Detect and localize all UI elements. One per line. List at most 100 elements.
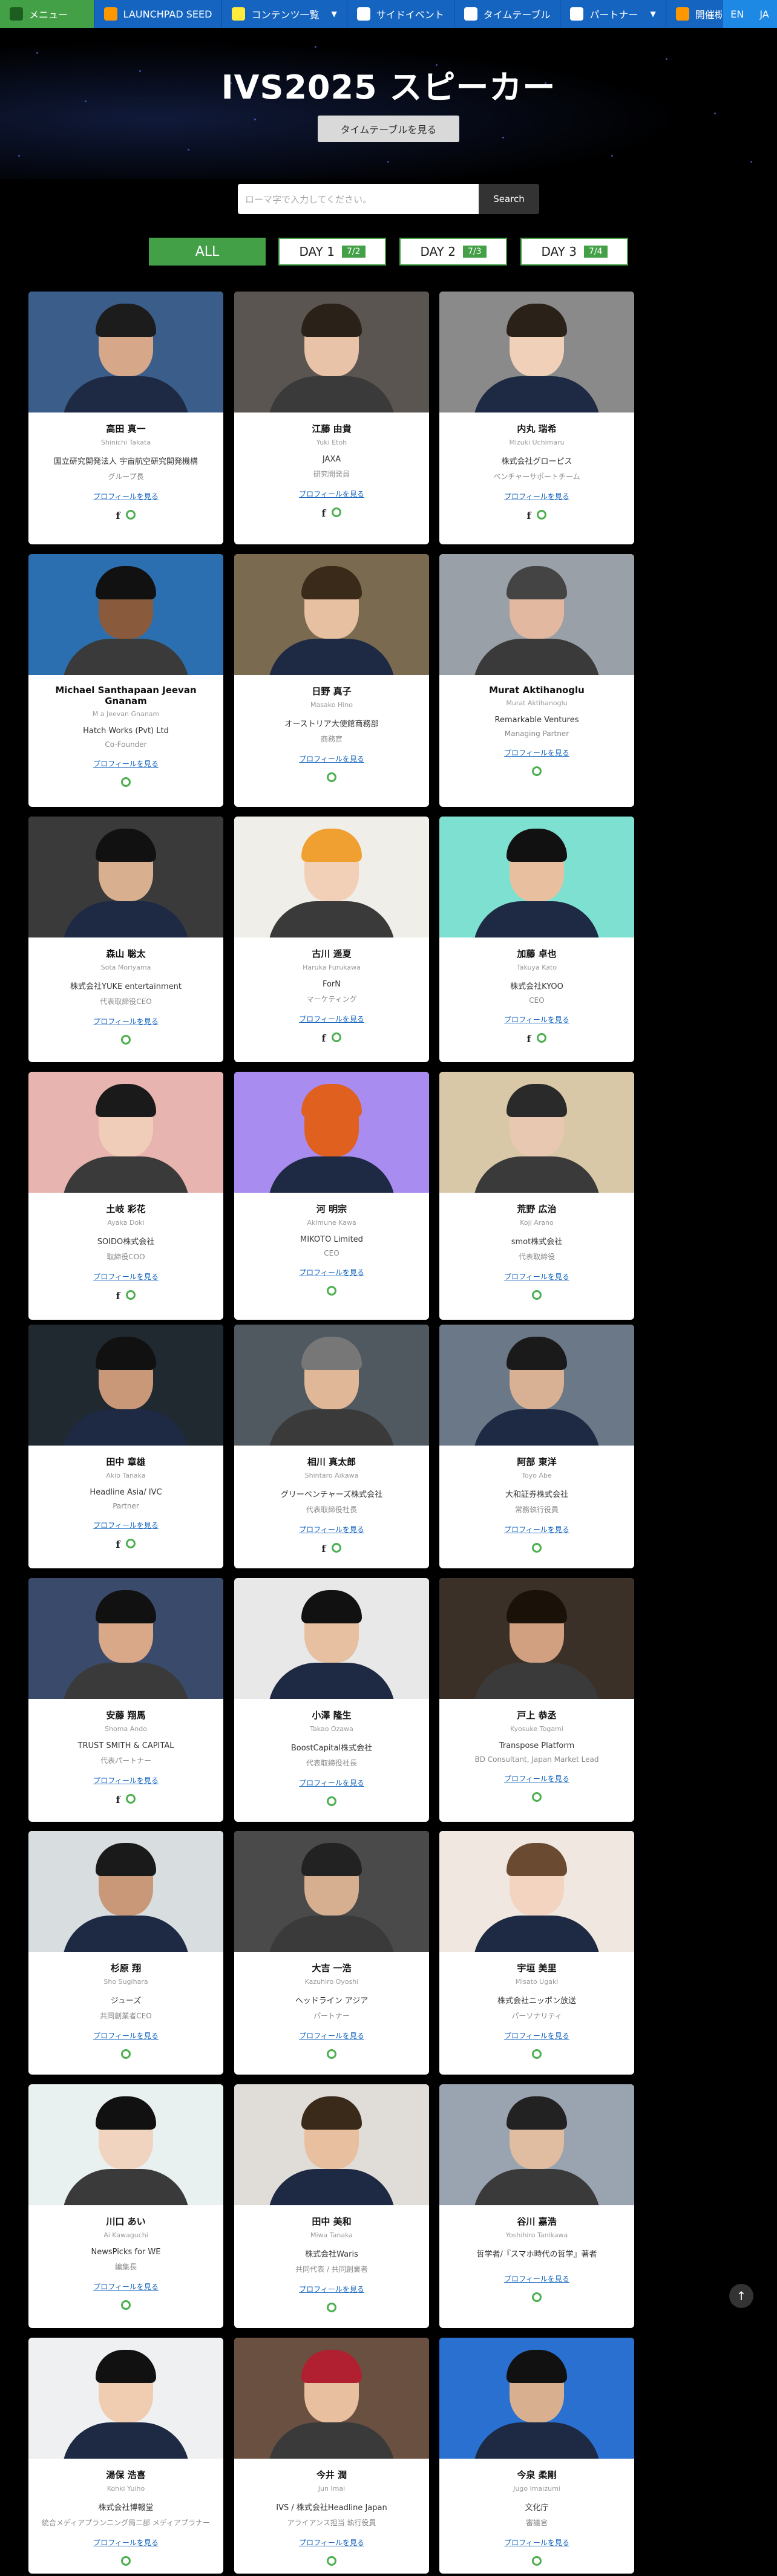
speaker-card[interactable]: 田中 美和 Miwa Tanaka 株式会社Waris 共同代表 / 共同創業者 プロフ… [234, 2084, 429, 2328]
speaker-card[interactable]: 高田 真一 Shinichi Takata 国立研究開発法人 宇宙航空研究開発機構グ… [28, 292, 223, 544]
nav-menu-button[interactable]: メニュー [0, 0, 94, 28]
search-input[interactable]: ローマ字で入力してください。 [238, 184, 479, 214]
nav-side-events[interactable]: サイドイベント [347, 0, 454, 28]
view-profile-link[interactable]: プロフィールを見る [299, 1267, 364, 1277]
speaker-link-icon[interactable] [532, 1792, 542, 1802]
speaker-card[interactable]: 阿部 東洋 Toyo Abe 大和証券株式会社 常務執行役員 プロフィールを見る [439, 1325, 634, 1568]
facebook-icon[interactable]: f [322, 1032, 326, 1044]
speaker-link-icon[interactable] [126, 510, 136, 520]
speaker-card[interactable]: 古川 遥夏 Haruka Furukawa ForN マーケティング プロフィールを見る… [234, 817, 429, 1062]
speaker-card[interactable]: 大吉 一浩 Kazuhiro Oyoshi ヘッドライン アジア パートナー プロフィー… [234, 1831, 429, 2075]
nav-timetable[interactable]: タイムテーブル [454, 0, 561, 28]
speaker-card[interactable]: 杉原 翔 Sho Sugihara ジューズ 共同創業者CEO プロフィールを見る [28, 1831, 223, 2075]
speaker-link-icon[interactable] [121, 2049, 131, 2059]
facebook-icon[interactable]: f [116, 1794, 120, 1805]
speaker-link-icon[interactable] [327, 1796, 336, 1806]
view-profile-link[interactable]: プロフィールを見る [504, 491, 569, 501]
speaker-card[interactable]: 加藤 卓也 Takuya Kato 株式会社KYOO CEO プロフィールを見る f [439, 817, 634, 1062]
timetable-button[interactable]: タイムテーブルを見る [318, 116, 459, 142]
speaker-card[interactable]: 日野 真子 Masako Hino オーストリア大使館商務部 商務官 プロフィールを見る [234, 554, 429, 807]
speaker-link-icon[interactable] [537, 1033, 547, 1043]
speaker-card[interactable]: 相川 真太郎 Shintaro Aikawa グリーベンチャーズ株式会社 代表取締役社… [234, 1325, 429, 1568]
view-profile-link[interactable]: プロフィールを見る [93, 491, 159, 501]
speaker-card[interactable]: 江藤 由貴 Yuki Etoh JAXA 研究開発員 プロフィールを見る f [234, 292, 429, 544]
view-profile-link[interactable]: プロフィールを見る [299, 489, 364, 499]
speaker-card[interactable]: 森山 聡太 Sota Moriyama 株式会社YUKE entertainment… [28, 817, 223, 1062]
speaker-link-icon[interactable] [532, 1290, 542, 1300]
speaker-card[interactable]: Michael Santhapaan Jeevan Gnanam M a Jeev… [28, 554, 223, 807]
speaker-card[interactable]: 戸上 恭丞 Kyosuke Togami Transpose Platform BD … [439, 1578, 634, 1822]
filter-day2[interactable]: DAY 2 7/3 [399, 238, 507, 266]
view-profile-link[interactable]: プロフィールを見る [93, 758, 159, 769]
speaker-link-icon[interactable] [121, 2556, 131, 2566]
view-profile-link[interactable]: プロフィールを見る [93, 1775, 159, 1785]
speaker-card[interactable]: 田中 章雄 Akio Tanaka Headline Asia/ IVC Partne… [28, 1325, 223, 1568]
nav-overview[interactable]: 開催概要 [666, 0, 723, 28]
facebook-icon[interactable]: f [527, 1033, 531, 1045]
facebook-icon[interactable]: f [527, 510, 531, 521]
speaker-link-icon[interactable] [327, 1286, 336, 1296]
speaker-link-icon[interactable] [332, 1032, 342, 1042]
speaker-link-icon[interactable] [327, 772, 336, 782]
view-profile-link[interactable]: プロフィールを見る [93, 2281, 159, 2292]
speaker-card[interactable]: 小澤 隆生 Takao Ozawa BoostCapital株式会社 代表取締役社長プ… [234, 1578, 429, 1822]
speaker-card[interactable]: 谷川 嘉浩 Yoshihiro Tanikawa 哲学者/『スマホ時代の哲学』著者プ… [439, 2084, 634, 2328]
speaker-link-icon[interactable] [121, 2300, 131, 2310]
speaker-link-icon[interactable] [327, 2556, 336, 2566]
view-profile-link[interactable]: プロフィールを見る [504, 2030, 569, 2041]
nav-contents[interactable]: コンテンツ一覧 ▼ [222, 0, 347, 28]
speaker-card[interactable]: 荒野 広治 Koji Arano smot株式会社 代表取締役 プロフィールを見る [439, 1072, 634, 1320]
facebook-icon[interactable]: f [116, 1539, 120, 1550]
lang-en[interactable]: EN [730, 8, 744, 20]
speaker-link-icon[interactable] [537, 510, 547, 520]
view-profile-link[interactable]: プロフィールを見る [504, 1773, 569, 1784]
view-profile-link[interactable]: プロフィールを見る [299, 2284, 364, 2294]
speaker-card[interactable]: 土岐 彩花 Ayaka Doki SOIDO株式会社 取締役COO プロフィールを見る f [28, 1072, 223, 1320]
view-profile-link[interactable]: プロフィールを見る [93, 1016, 159, 1026]
nav-launchpad-seed[interactable]: LAUNCHPAD SEED [94, 0, 223, 28]
search-button[interactable]: Search [479, 184, 539, 214]
view-profile-link[interactable]: プロフィールを見る [504, 1271, 569, 1282]
speaker-card[interactable]: 安藤 翔馬 Shoma Ando TRUST SMITH & CAPITAL 代表パー… [28, 1578, 223, 1822]
speaker-link-icon[interactable] [126, 1794, 136, 1804]
view-profile-link[interactable]: プロフィールを見る [504, 1014, 569, 1025]
speaker-link-icon[interactable] [121, 777, 131, 787]
speaker-link-icon[interactable] [332, 1543, 342, 1553]
speaker-card[interactable]: 宇垣 美里 Misato Ugaki 株式会社ニッポン放送 パーソナリティ プロフィール… [439, 1831, 634, 2075]
scroll-to-top-button[interactable]: ↑ [729, 2284, 753, 2308]
speaker-link-icon[interactable] [332, 507, 342, 517]
view-profile-link[interactable]: プロフィールを見る [299, 1524, 364, 1534]
filter-day1[interactable]: DAY 1 7/2 [278, 238, 386, 266]
speaker-card[interactable]: Murat Aktihanoglu Murat Aktihanoglu Remark… [439, 554, 634, 807]
view-profile-link[interactable]: プロフィールを見る [299, 2030, 364, 2041]
view-profile-link[interactable]: プロフィールを見る [299, 1778, 364, 1788]
speaker-card[interactable]: 川口 あい Ai Kawaguchi NewsPicks for WE 編集長 プロフィ… [28, 2084, 223, 2328]
nav-partners[interactable]: パートナー ▼ [560, 0, 666, 28]
facebook-icon[interactable]: f [116, 510, 120, 521]
speaker-link-icon[interactable] [121, 1035, 131, 1045]
view-profile-link[interactable]: プロフィールを見る [299, 1014, 364, 1024]
speaker-link-icon[interactable] [126, 1539, 136, 1548]
view-profile-link[interactable]: プロフィールを見る [504, 2537, 569, 2548]
view-profile-link[interactable]: プロフィールを見る [93, 2030, 159, 2041]
speaker-link-icon[interactable] [532, 2049, 542, 2059]
speaker-card[interactable]: 今泉 柔剛 Jugo Imaizumi 文化庁 審議官 プロフィールを見る [439, 2338, 634, 2574]
speaker-card[interactable]: 湯保 浩喜 Kohki Yuiho 株式会社博報堂 統合メディアプランニング局二部 メ… [28, 2338, 223, 2574]
filter-day3[interactable]: DAY 3 7/4 [520, 238, 628, 266]
facebook-icon[interactable]: f [116, 1290, 120, 1302]
lang-ja[interactable]: JA [759, 8, 769, 20]
view-profile-link[interactable]: プロフィールを見る [299, 2537, 364, 2548]
facebook-icon[interactable]: f [322, 1543, 326, 1554]
view-profile-link[interactable]: プロフィールを見る [504, 748, 569, 758]
speaker-card[interactable]: 内丸 瑞希 Mizuki Uchimaru 株式会社グローピス ベンチャーサポートチー… [439, 292, 634, 544]
speaker-card[interactable]: 河 明宗 Akimune Kawa MIKOTO Limited CEO プロフィールを… [234, 1072, 429, 1320]
facebook-icon[interactable]: f [322, 507, 326, 519]
speaker-card[interactable]: 今井 潤 Jun Imai IVS / 株式会社Headline Japan アライア… [234, 2338, 429, 2574]
speaker-link-icon[interactable] [327, 2303, 336, 2312]
speaker-link-icon[interactable] [532, 1543, 542, 1553]
view-profile-link[interactable]: プロフィールを見る [299, 754, 364, 764]
speaker-link-icon[interactable] [532, 2292, 542, 2302]
speaker-link-icon[interactable] [327, 2049, 336, 2059]
speaker-link-icon[interactable] [532, 766, 542, 776]
speaker-link-icon[interactable] [126, 1290, 136, 1300]
